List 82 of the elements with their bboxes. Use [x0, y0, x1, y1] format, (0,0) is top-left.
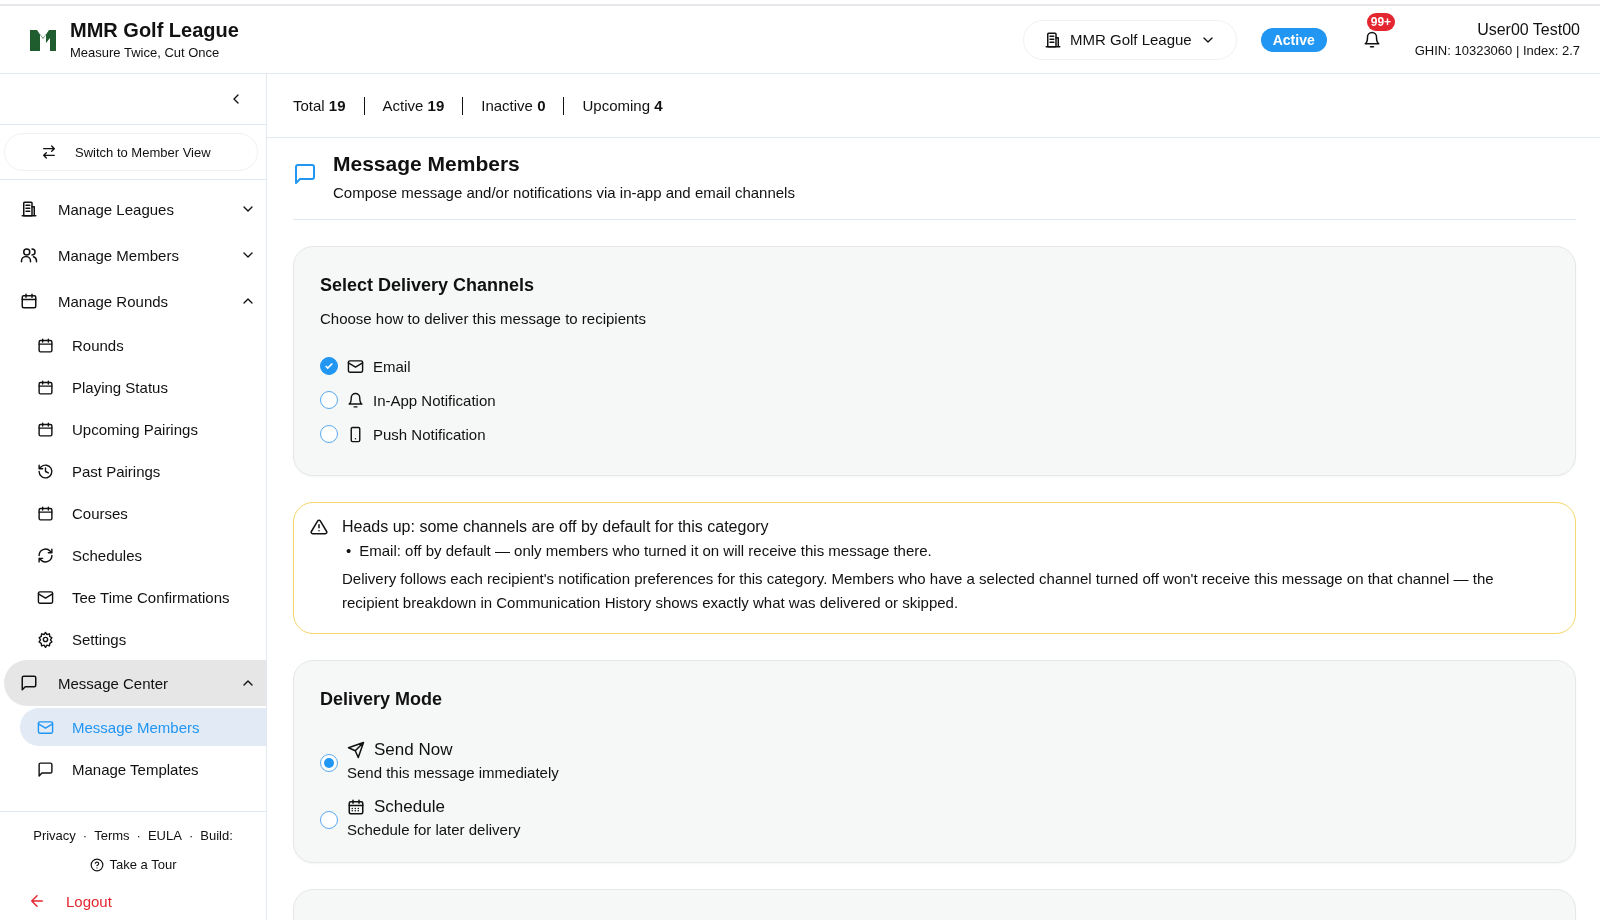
bullet-icon: •: [346, 542, 352, 559]
mode-radio[interactable]: [320, 753, 338, 772]
mode-label: Schedule: [374, 797, 445, 817]
message-icon: [20, 674, 38, 692]
tour-link[interactable]: Take a Tour: [89, 857, 177, 872]
stat-count: Active 19: [382, 97, 445, 114]
warning-title: Heads up: some channels are off by default for this category: [342, 518, 770, 536]
page-subtitle: Compose message and/or notifications via in-app and email channels: [333, 184, 795, 201]
calendar-icon: [20, 292, 38, 310]
bell-icon: [1362, 30, 1381, 49]
channel-checkbox[interactable]: [320, 391, 338, 409]
status-badge: Active: [1260, 27, 1327, 52]
footer-link[interactable]: Privacy: [33, 828, 76, 843]
building-icon: [1043, 30, 1062, 49]
separator-dot: ·: [188, 828, 194, 843]
app-title: MMR Golf League: [70, 19, 239, 42]
sidebar-subitem[interactable]: Tee Time Confirmations: [20, 576, 266, 618]
arrow-left-icon: [28, 892, 46, 910]
warning-text: Delivery follows each recipient's notification preferences for this category. Members who have a selected channel turned off won't receive this message on that channel — the recipient breakdown in Communication History shows exactly what was delivered or skipped.: [342, 569, 1495, 613]
swap-icon: [41, 144, 57, 160]
footer-link[interactable]: EULA: [147, 828, 182, 843]
sidebar-subitem[interactable]: Manage Templates: [20, 748, 266, 790]
sidebar-subitem[interactable]: Rounds: [20, 324, 266, 366]
app-tagline: Measure Twice, Cut Once: [70, 45, 221, 60]
calendar-icon: [37, 336, 54, 354]
footer-link[interactable]: Build:: [200, 828, 233, 843]
mail-icon: [37, 718, 54, 736]
warning-bullet: Email: off by default — only members who turned it on will receive this message there.: [359, 542, 932, 559]
sidebar-item[interactable]: Manage Members: [0, 232, 266, 278]
footer-link[interactable]: Terms: [94, 828, 130, 843]
users-icon: [20, 246, 38, 264]
calendar-icon: [37, 420, 54, 438]
mode-radio[interactable]: [320, 810, 338, 829]
switch-view-button[interactable]: Switch to Member View: [4, 133, 258, 171]
stat-count: Upcoming 4: [582, 97, 663, 114]
refresh-icon: [37, 546, 54, 564]
card-subtitle: Choose how to deliver this message to recipients: [320, 310, 647, 327]
message-icon: [37, 760, 54, 778]
logo-icon: [30, 27, 56, 52]
sidebar-item[interactable]: Manage Leagues: [0, 186, 266, 232]
settings-icon: [37, 630, 54, 648]
sidebar-subitem[interactable]: Courses: [20, 492, 266, 534]
separator-dot: ·: [136, 828, 141, 843]
warning-icon: [310, 518, 328, 536]
channel-label: Email: [373, 357, 411, 375]
logout-link[interactable]: Logout: [28, 892, 112, 910]
sidebar-subitem[interactable]: Past Pairings: [20, 450, 266, 492]
league-selector[interactable]: MMR Golf League: [1022, 19, 1237, 60]
notification-count: 99+: [1366, 12, 1396, 31]
history-icon: [37, 462, 54, 480]
building-icon: [20, 200, 38, 218]
card-title: Delivery Mode: [320, 689, 444, 710]
channel-label: Push Notification: [373, 425, 486, 443]
sidebar-item[interactable]: Message Center: [4, 660, 266, 706]
channel-label: In-App Notification: [373, 391, 496, 409]
sidebar-subitem[interactable]: Settings: [20, 618, 266, 660]
check-icon: [324, 361, 334, 371]
calendar-icon: [37, 504, 54, 522]
user-name: User00 Test00: [1477, 21, 1580, 39]
mail-icon: [37, 588, 54, 606]
card-title: Select Delivery Channels: [320, 275, 536, 296]
send-icon: [347, 741, 365, 759]
separator-dot: ·: [82, 828, 88, 843]
mode-description: Send this message immediately: [347, 764, 559, 781]
sidebar-item[interactable]: Manage Rounds: [0, 278, 266, 324]
user-meta: GHIN: 10323060 | Index: 2.7: [1414, 43, 1580, 58]
calendar-icon: [347, 798, 365, 816]
sidebar-subitem[interactable]: Upcoming Pairings: [20, 408, 266, 450]
help-icon: [89, 857, 104, 872]
calendar-icon: [37, 378, 54, 396]
message-icon: [293, 162, 317, 186]
channel-checkbox[interactable]: [320, 425, 338, 443]
bell-icon: [347, 391, 364, 409]
channel-checkbox[interactable]: [320, 357, 338, 375]
mail-icon: [347, 357, 364, 375]
page-title: Message Members: [333, 152, 521, 176]
mode-description: Schedule for later delivery: [347, 821, 521, 838]
sidebar-subitem[interactable]: Playing Status: [20, 366, 266, 408]
stat-count: Inactive 0: [481, 97, 546, 114]
mode-label: Send Now: [374, 740, 453, 760]
stat-count: Total 19: [293, 97, 346, 114]
sidebar-subitem[interactable]: Schedules: [20, 534, 266, 576]
